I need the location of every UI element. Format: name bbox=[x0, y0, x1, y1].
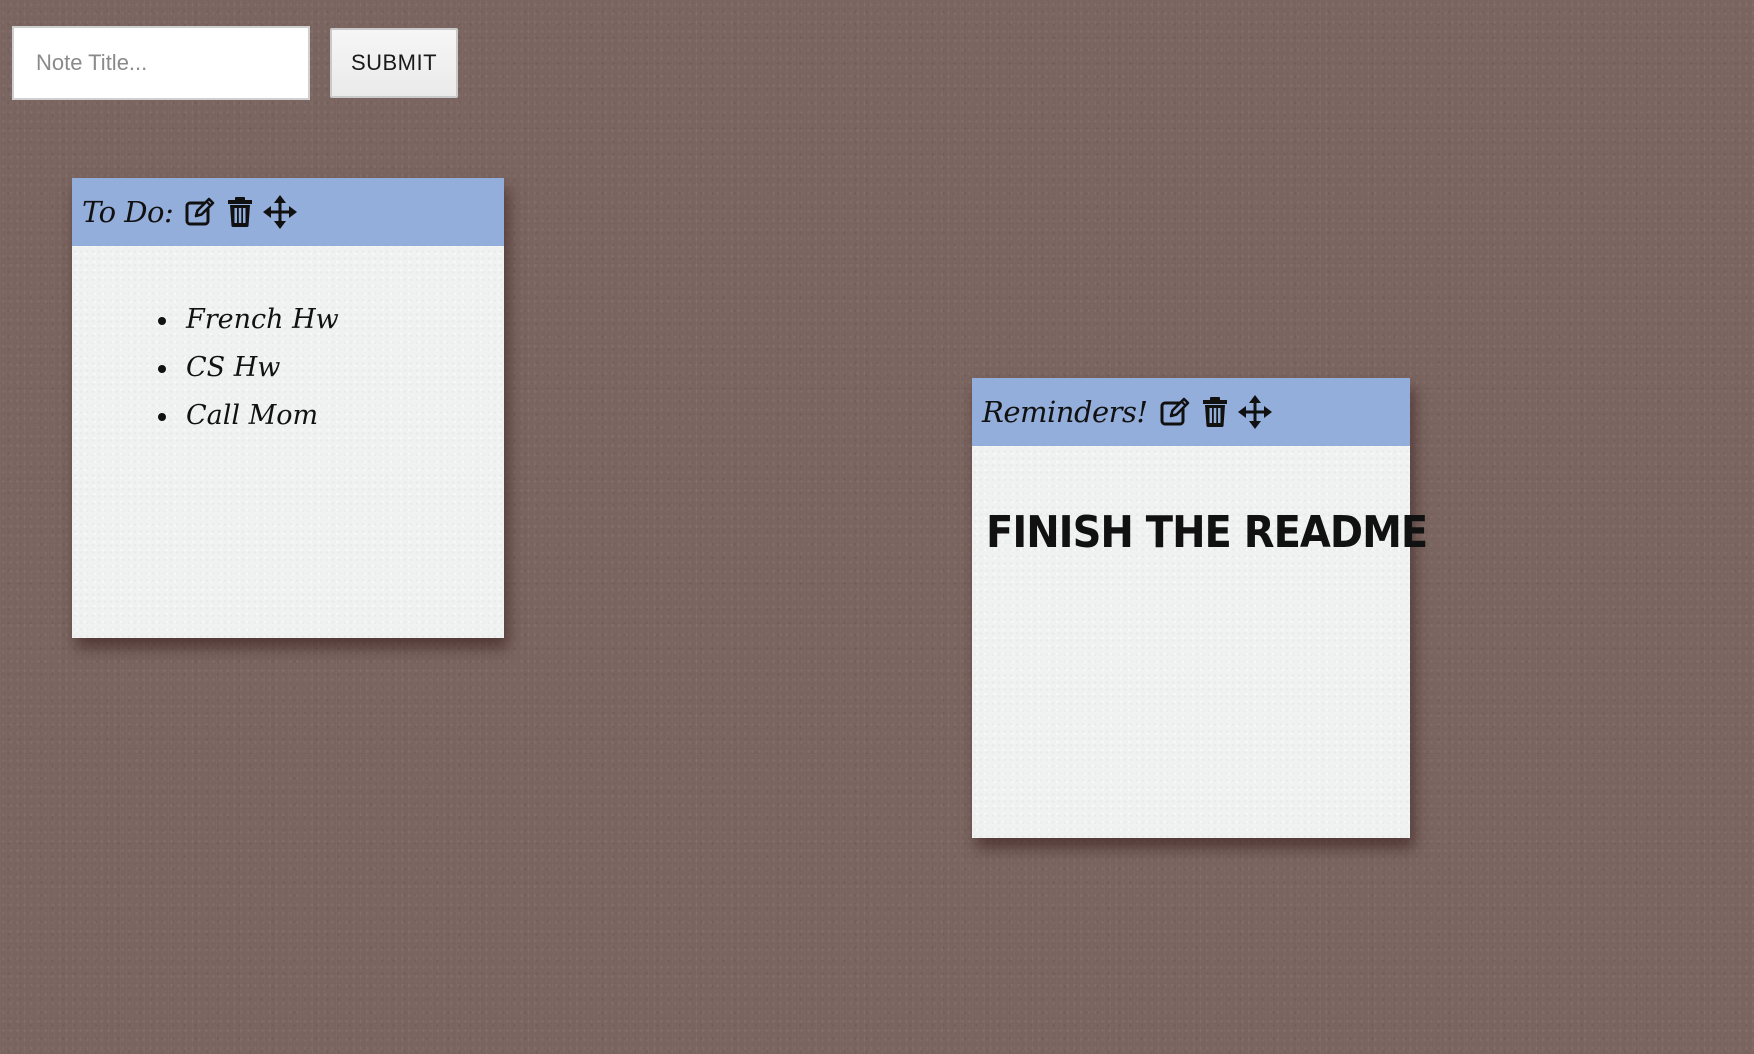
note-header[interactable]: To Do: bbox=[72, 178, 504, 246]
note-todo: To Do: • French Hw • CS Hw • Call Mom bbox=[72, 178, 504, 638]
new-note-form: SUBMIT bbox=[12, 26, 458, 100]
note-body[interactable]: FINISH THE README bbox=[972, 508, 1428, 558]
move-icon[interactable] bbox=[1236, 392, 1274, 432]
note-content: FINISH THE README bbox=[986, 508, 1428, 558]
list-item: French Hw bbox=[180, 296, 490, 344]
note-title: Reminders! bbox=[982, 395, 1148, 429]
submit-button[interactable]: SUBMIT bbox=[330, 28, 458, 98]
trash-icon[interactable] bbox=[1196, 392, 1234, 432]
list-item: Call Mom bbox=[180, 392, 490, 440]
todo-list: French Hw CS Hw Call Mom bbox=[86, 296, 490, 440]
edit-icon[interactable] bbox=[181, 192, 219, 232]
note-title: To Do: bbox=[82, 195, 174, 229]
note-title-input[interactable] bbox=[12, 26, 310, 100]
note-reminders: Reminders! FINISH THE README bbox=[972, 378, 1428, 838]
note-body[interactable]: French Hw CS Hw Call Mom bbox=[72, 296, 504, 440]
edit-icon[interactable] bbox=[1156, 392, 1194, 432]
list-item: CS Hw bbox=[180, 344, 490, 392]
move-icon[interactable] bbox=[261, 192, 299, 232]
note-header[interactable]: Reminders! bbox=[972, 378, 1410, 446]
trash-icon[interactable] bbox=[221, 192, 259, 232]
